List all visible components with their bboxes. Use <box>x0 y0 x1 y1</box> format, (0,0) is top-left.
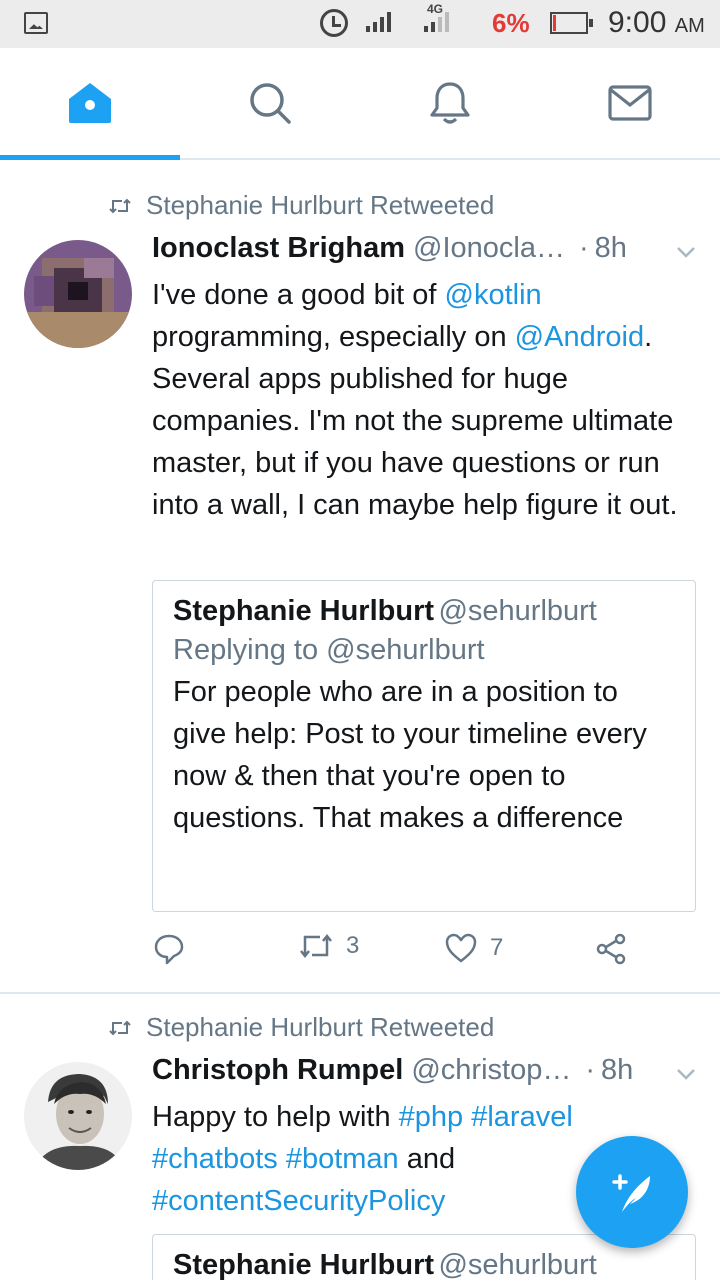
battery-percent: 6% <box>492 8 530 38</box>
retweet-count: 3 <box>346 932 360 959</box>
image-notification-icon <box>24 12 48 34</box>
tweet-content: Ionoclast Brigham @Ionocla… · 8h I've do… <box>152 232 696 526</box>
mobile-data-signal-icon <box>424 12 449 32</box>
replying-to-label: Replying to @sehurlburt <box>173 634 485 666</box>
avatar-image <box>24 1062 132 1170</box>
chevron-down-icon[interactable] <box>676 242 696 262</box>
tweet-text-part: programming, especially on <box>152 321 515 353</box>
author-handle[interactable]: @christop… <box>411 1054 571 1087</box>
tweet-text-part: and <box>398 1143 456 1175</box>
tab-bar <box>0 48 720 160</box>
clock: 9:00 AM <box>608 6 705 40</box>
retweeted-by-label: Stephanie Hurlburt Retweeted <box>146 190 495 220</box>
like-button[interactable]: 7 <box>444 932 503 964</box>
search-icon <box>250 83 291 124</box>
tweet-text-space <box>278 1143 286 1175</box>
tweet-time[interactable]: 8h <box>595 232 627 265</box>
retweet-icon <box>109 198 131 213</box>
quoted-author-handle: @sehurlburt <box>438 1249 597 1280</box>
tweet-time[interactable]: 8h <box>601 1054 633 1087</box>
quoted-author-name: Stephanie Hurlburt <box>173 1249 435 1280</box>
hashtag-link[interactable]: #chatbots <box>152 1143 278 1175</box>
avatar[interactable] <box>24 1062 132 1170</box>
compose-feather-icon <box>612 1174 650 1212</box>
retweet-context: Stephanie Hurlburt Retweeted <box>108 1012 494 1043</box>
avatar[interactable] <box>24 240 132 348</box>
alarm-icon <box>320 9 348 37</box>
like-count: 7 <box>490 934 504 961</box>
home-icon <box>69 83 111 123</box>
mention-link[interactable]: @Android <box>515 321 644 353</box>
quoted-author-handle: @sehurlburt <box>438 595 597 627</box>
chevron-down-icon[interactable] <box>676 1064 696 1084</box>
quoted-tweet-text: For people who are in a position to give… <box>173 676 647 834</box>
active-tab-indicator <box>0 155 180 160</box>
hashtag-link[interactable]: #php <box>399 1101 464 1133</box>
retweet-context: Stephanie Hurlburt Retweeted <box>108 190 494 221</box>
author-name[interactable]: Christoph Rumpel <box>152 1054 403 1087</box>
tweet-text-part: Happy to help with <box>152 1101 399 1133</box>
tweet-text-part: I've done a good bit of <box>152 279 445 311</box>
tab-notifications[interactable] <box>360 48 540 158</box>
status-bar: 4G 6% 9:00 AM <box>0 0 720 48</box>
heart-icon <box>445 933 477 963</box>
tweet-header: Christoph Rumpel @christop… · 8h <box>152 1054 696 1094</box>
share-button[interactable] <box>594 932 628 966</box>
reply-button[interactable] <box>152 932 186 966</box>
retweet-icon <box>109 1020 131 1035</box>
avatar-image <box>24 240 132 348</box>
compose-tweet-button[interactable] <box>576 1136 688 1248</box>
tab-messages[interactable] <box>540 48 720 158</box>
reply-icon <box>154 934 184 965</box>
tab-home[interactable] <box>0 48 180 158</box>
clock-time: 9:00 <box>608 6 667 39</box>
author-name[interactable]: Ionoclast Brigham <box>152 232 405 265</box>
battery-icon <box>550 12 593 34</box>
separator-dot: · <box>578 232 589 264</box>
retweeted-by-label: Stephanie Hurlburt Retweeted <box>146 1012 495 1042</box>
hashtag-link[interactable]: #botman <box>286 1143 399 1175</box>
hashtag-link[interactable]: #laravel <box>471 1101 573 1133</box>
tweet-actions: 3 7 <box>152 932 696 972</box>
author-handle[interactable]: @Ionocla… <box>413 232 565 265</box>
tweet[interactable]: Stephanie Hurlburt Retweeted Ionoclast B… <box>0 170 720 992</box>
hashtag-link[interactable]: #contentSecurityPolicy <box>152 1185 445 1217</box>
tab-search[interactable] <box>180 48 360 158</box>
share-icon <box>596 933 626 965</box>
tweet-text: I've done a good bit of @kotlin programm… <box>152 274 696 526</box>
quoted-tweet[interactable]: Stephanie Hurlburt @sehurlburt Replying … <box>152 580 696 912</box>
tweet-header: Ionoclast Brigham @Ionocla… · 8h <box>152 232 696 272</box>
quoted-author-name: Stephanie Hurlburt <box>173 595 435 627</box>
retweet-icon <box>300 933 332 959</box>
separator-dot: · <box>585 1054 595 1086</box>
bell-icon <box>430 82 470 124</box>
mention-link[interactable]: @kotlin <box>445 279 542 311</box>
mail-icon <box>608 85 652 121</box>
signal-strength-icon <box>366 12 391 32</box>
clock-ampm: AM <box>674 15 705 37</box>
retweet-button[interactable]: 3 <box>298 932 359 960</box>
